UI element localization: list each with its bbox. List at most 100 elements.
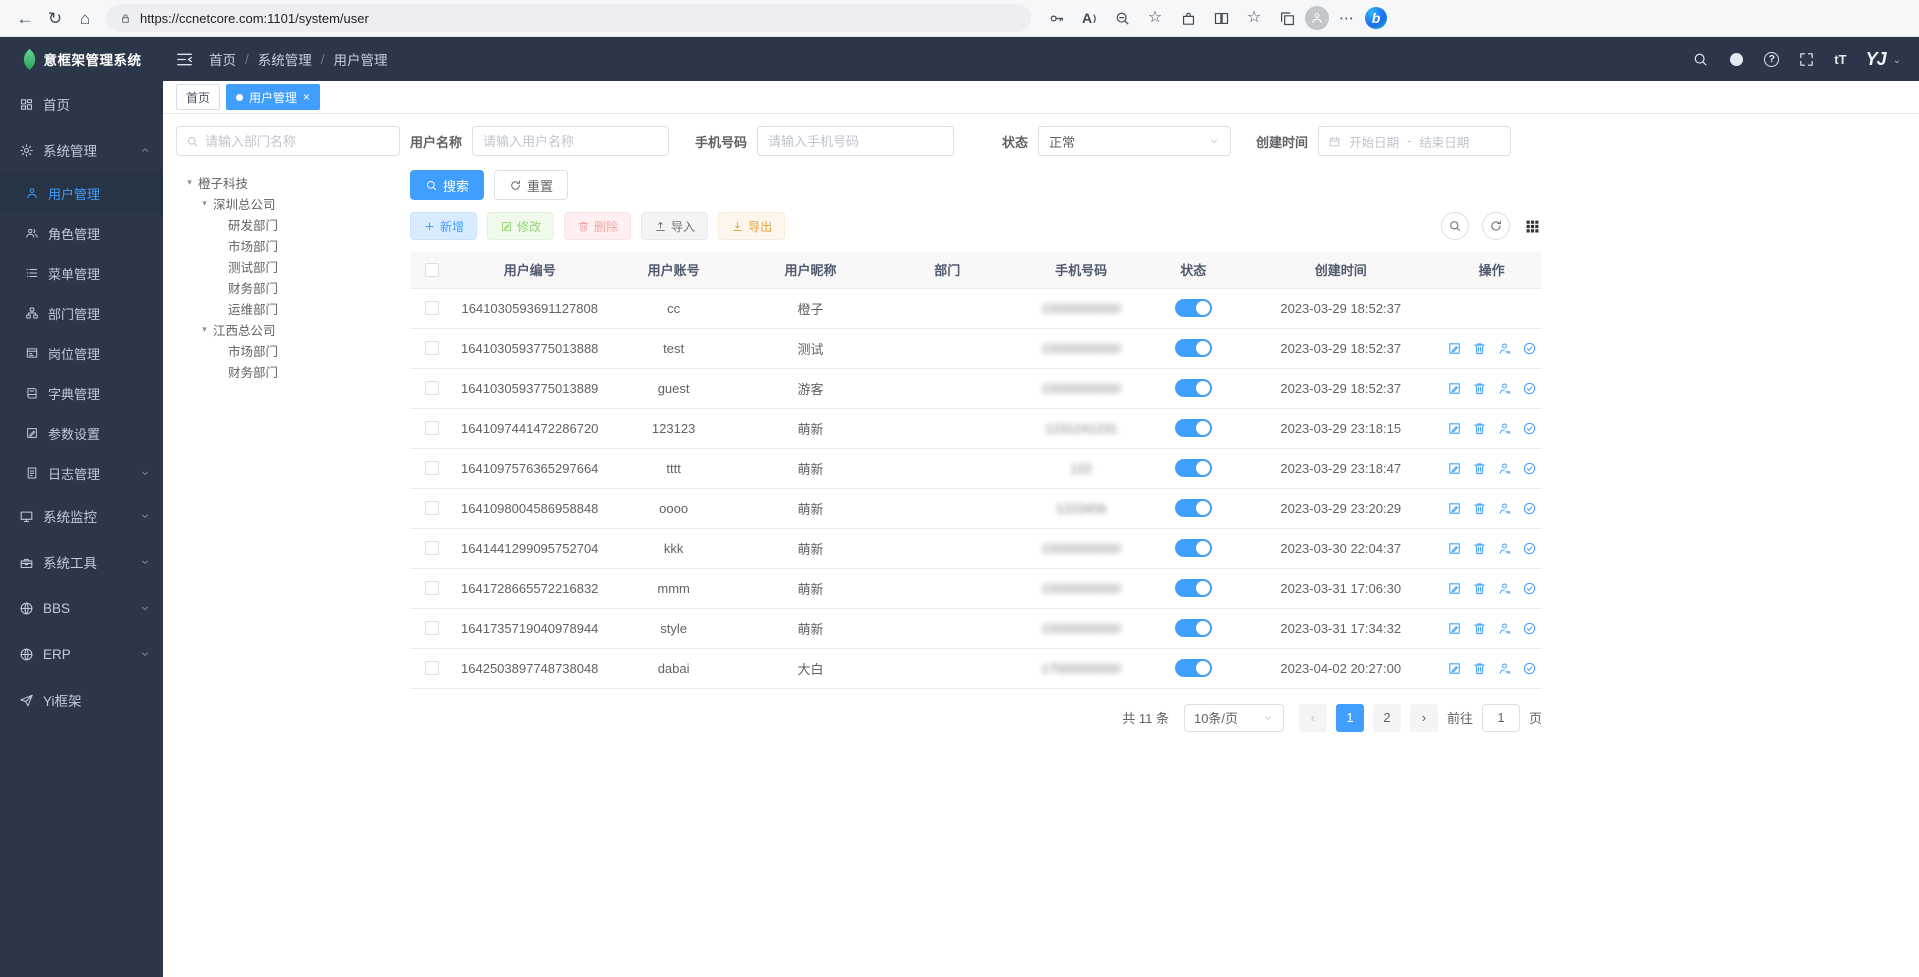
export-button[interactable]: 导出 [718, 212, 785, 240]
edit-icon[interactable] [1447, 501, 1462, 516]
tab-close-icon[interactable]: × [303, 91, 310, 103]
status-toggle[interactable] [1175, 579, 1212, 597]
modify-button[interactable]: 修改 [487, 212, 554, 240]
status-toggle[interactable] [1175, 499, 1212, 517]
status-toggle[interactable] [1175, 299, 1212, 317]
tree-node[interactable]: ▾深圳总公司 [176, 193, 400, 214]
delete-icon[interactable] [1472, 341, 1487, 356]
sidebar-item[interactable]: 系统工具 [0, 539, 163, 585]
delete-icon[interactable] [1472, 421, 1487, 436]
refresh-icon[interactable]: ↻ [40, 3, 70, 33]
sidebar-subitem[interactable]: 日志管理 [0, 453, 163, 493]
goto-page-input[interactable] [1482, 704, 1520, 732]
reset-password-icon[interactable] [1497, 501, 1512, 516]
sidebar-subitem[interactable]: 参数设置 [0, 413, 163, 453]
extensions-icon[interactable] [1173, 3, 1203, 33]
row-checkbox[interactable] [425, 541, 439, 555]
delete-icon[interactable] [1472, 461, 1487, 476]
assign-role-icon[interactable] [1522, 581, 1537, 596]
reset-password-icon[interactable] [1497, 541, 1512, 556]
reset-password-icon[interactable] [1497, 461, 1512, 476]
user-logo[interactable]: YJ [1866, 49, 1886, 70]
tree-caret-icon[interactable]: ▾ [199, 198, 210, 209]
select-all-checkbox[interactable] [425, 263, 439, 277]
sidebar-item[interactable]: Yi框架 [0, 677, 163, 723]
tree-node[interactable]: 运维部门 [176, 298, 400, 319]
assign-role-icon[interactable] [1522, 541, 1537, 556]
assign-role-icon[interactable] [1522, 341, 1537, 356]
date-range-picker[interactable]: 开始日期 - 结束日期 [1318, 126, 1511, 156]
tree-node[interactable]: 研发部门 [176, 214, 400, 235]
tree-caret-icon[interactable]: ▾ [199, 324, 210, 335]
tree-node[interactable]: ▾橙子科技 [176, 172, 400, 193]
assign-role-icon[interactable] [1522, 621, 1537, 636]
edit-icon[interactable] [1447, 541, 1462, 556]
tree-node[interactable]: 市场部门 [176, 340, 400, 361]
breadcrumb-item[interactable]: 首页 [209, 49, 236, 69]
sidebar-subitem[interactable]: 角色管理 [0, 213, 163, 253]
profile-avatar[interactable] [1305, 6, 1329, 30]
tab[interactable]: 首页 [176, 84, 220, 110]
sidebar-item[interactable]: 系统管理 [0, 127, 163, 173]
row-checkbox[interactable] [425, 421, 439, 435]
sidebar-subitem[interactable]: 部门管理 [0, 293, 163, 333]
read-aloud-icon[interactable]: A [1074, 3, 1104, 33]
tab[interactable]: 用户管理× [226, 84, 320, 110]
search-icon[interactable] [1692, 51, 1709, 68]
edit-icon[interactable] [1447, 661, 1462, 676]
delete-icon[interactable] [1472, 541, 1487, 556]
split-screen-icon[interactable] [1206, 3, 1236, 33]
edit-icon[interactable] [1447, 581, 1462, 596]
import-button[interactable]: 导入 [641, 212, 708, 240]
bing-icon[interactable]: b [1365, 7, 1387, 29]
row-checkbox[interactable] [425, 301, 439, 315]
phone-input[interactable] [757, 126, 954, 156]
search-circle-icon[interactable] [1441, 212, 1469, 240]
reset-password-icon[interactable] [1497, 661, 1512, 676]
home-icon[interactable]: ⌂ [70, 3, 100, 33]
status-select[interactable]: 正常 [1038, 126, 1231, 156]
delete-icon[interactable] [1472, 501, 1487, 516]
search-button[interactable]: 搜索 [410, 170, 484, 200]
reset-password-icon[interactable] [1497, 421, 1512, 436]
sidebar-item[interactable]: ERP [0, 631, 163, 677]
sidebar-subitem[interactable]: 岗位管理 [0, 333, 163, 373]
row-checkbox[interactable] [425, 661, 439, 675]
favorites-bar-icon[interactable]: ☆ [1239, 3, 1269, 33]
assign-role-icon[interactable] [1522, 501, 1537, 516]
tree-node[interactable]: 财务部门 [176, 277, 400, 298]
assign-role-icon[interactable] [1522, 381, 1537, 396]
tree-node[interactable]: ▾江西总公司 [176, 319, 400, 340]
github-icon[interactable] [1728, 51, 1745, 68]
sidebar-subitem[interactable]: 用户管理 [0, 173, 163, 213]
breadcrumb-item[interactable]: 系统管理 [258, 49, 312, 69]
address-bar[interactable]: https://ccnetcore.com:1101/system/user [106, 4, 1031, 32]
reset-password-icon[interactable] [1497, 621, 1512, 636]
tree-node[interactable]: 市场部门 [176, 235, 400, 256]
delete-icon[interactable] [1472, 581, 1487, 596]
column-grid-icon[interactable] [1523, 217, 1542, 236]
refresh-circle-icon[interactable] [1482, 212, 1510, 240]
sidebar-item[interactable]: BBS [0, 585, 163, 631]
reset-password-icon[interactable] [1497, 341, 1512, 356]
add-favorite-icon[interactable]: ☆ [1140, 3, 1170, 33]
sidebar-item[interactable]: 系统监控 [0, 493, 163, 539]
delete-icon[interactable] [1472, 661, 1487, 676]
tree-node[interactable]: 财务部门 [176, 361, 400, 382]
more-options-icon[interactable]: ⋯ [1332, 3, 1362, 33]
collections-icon[interactable] [1272, 3, 1302, 33]
status-toggle[interactable] [1175, 459, 1212, 477]
status-toggle[interactable] [1175, 619, 1212, 637]
zoom-out-icon[interactable] [1107, 3, 1137, 33]
prev-page-button[interactable]: ‹ [1299, 704, 1327, 732]
status-toggle[interactable] [1175, 379, 1212, 397]
row-checkbox[interactable] [425, 621, 439, 635]
edit-icon[interactable] [1447, 621, 1462, 636]
delete-button[interactable]: 删除 [564, 212, 631, 240]
status-toggle[interactable] [1175, 539, 1212, 557]
row-checkbox[interactable] [425, 461, 439, 475]
row-checkbox[interactable] [425, 341, 439, 355]
sidebar-item[interactable]: 首页 [0, 81, 163, 127]
assign-role-icon[interactable] [1522, 661, 1537, 676]
help-icon[interactable]: ? [1764, 52, 1779, 67]
